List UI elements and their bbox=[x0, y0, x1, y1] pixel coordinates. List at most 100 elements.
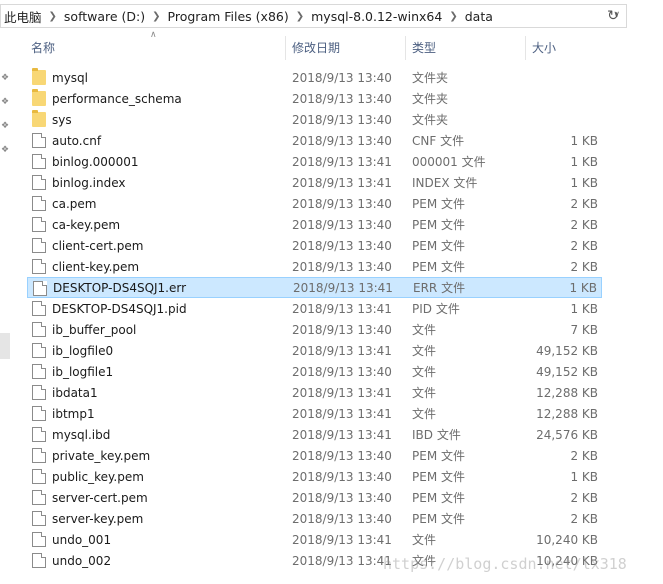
folder-row[interactable]: mysql 2018/9/13 13:40 文件夹 bbox=[27, 67, 602, 88]
file-row[interactable]: ib_buffer_pool 2018/9/13 13:40 文件 7 KB bbox=[27, 319, 602, 340]
file-size: 2 KB bbox=[570, 490, 598, 505]
column-header-type[interactable]: 类型 bbox=[412, 36, 436, 60]
nav-selection-marker bbox=[0, 333, 10, 359]
file-row[interactable]: ibdata1 2018/9/13 13:41 文件 12,288 KB bbox=[27, 382, 602, 403]
file-name: undo_002 bbox=[52, 553, 112, 568]
folder-icon bbox=[32, 68, 46, 85]
file-type: PEM 文件 bbox=[412, 239, 465, 253]
file-name: server-cert.pem bbox=[52, 490, 148, 505]
file-icon bbox=[32, 448, 46, 463]
modified-date: 2018/9/13 13:40 bbox=[292, 322, 392, 337]
column-header-date[interactable]: 修改日期 bbox=[292, 36, 340, 60]
file-name: binlog.index bbox=[52, 175, 126, 190]
modified-date: 2018/9/13 13:40 bbox=[292, 259, 392, 274]
file-row[interactable]: ibtmp1 2018/9/13 13:41 文件 12,288 KB bbox=[27, 403, 602, 424]
modified-date: 2018/9/13 13:40 bbox=[292, 238, 392, 253]
pin-icon[interactable]: ❖ bbox=[1, 73, 9, 83]
file-row[interactable]: public_key.pem 2018/9/13 13:40 PEM 文件 1 KB bbox=[27, 466, 602, 487]
file-row[interactable]: ib_logfile1 2018/9/13 13:40 文件 49,152 KB bbox=[27, 361, 602, 382]
file-row[interactable]: private_key.pem 2018/9/13 13:40 PEM 文件 2 KB bbox=[27, 445, 602, 466]
column-divider[interactable] bbox=[405, 36, 406, 60]
modified-date: 2018/9/13 13:40 bbox=[292, 133, 392, 148]
chevron-right-icon: ❯ bbox=[152, 10, 161, 22]
file-row[interactable]: mysql.ibd 2018/9/13 13:41 IBD 文件 24,576 KB bbox=[27, 424, 602, 445]
file-row[interactable]: ca-key.pem 2018/9/13 13:40 PEM 文件 2 KB bbox=[27, 214, 602, 235]
pin-icon[interactable]: ❖ bbox=[1, 145, 9, 155]
navigation-pane: ❖ ❖ ❖ ❖ bbox=[0, 28, 16, 584]
file-size: 10,240 KB bbox=[536, 553, 598, 568]
modified-date: 2018/9/13 13:40 bbox=[292, 490, 392, 505]
file-row[interactable]: auto.cnf 2018/9/13 13:40 CNF 文件 1 KB bbox=[27, 130, 602, 151]
file-name: ibtmp1 bbox=[52, 406, 95, 421]
file-type: CNF 文件 bbox=[412, 134, 465, 148]
folder-row[interactable]: sys 2018/9/13 13:40 文件夹 bbox=[27, 109, 602, 130]
file-type: ERR 文件 bbox=[413, 281, 466, 295]
file-icon bbox=[32, 259, 46, 274]
file-name: sys bbox=[52, 112, 72, 127]
file-type: 文件 bbox=[412, 386, 437, 400]
file-type: 文件夹 bbox=[412, 71, 449, 85]
modified-date: 2018/9/13 13:40 bbox=[292, 91, 392, 106]
column-header-size[interactable]: 大小 bbox=[532, 36, 556, 60]
file-size: 7 KB bbox=[570, 322, 598, 337]
file-row[interactable]: DESKTOP-DS4SQJ1.pid 2018/9/13 13:41 PID 文件… bbox=[27, 298, 602, 319]
file-row[interactable]: server-key.pem 2018/9/13 13:40 PEM 文件 2 KB bbox=[27, 508, 602, 529]
file-name: DESKTOP-DS4SQJ1.err bbox=[53, 280, 187, 295]
file-row[interactable]: server-cert.pem 2018/9/13 13:40 PEM 文件 2 KB bbox=[27, 487, 602, 508]
breadcrumb-drive[interactable]: software (D:) bbox=[64, 9, 145, 24]
column-header-name[interactable]: 名称 bbox=[31, 36, 55, 60]
column-divider[interactable] bbox=[525, 36, 526, 60]
file-type: 000001 文件 bbox=[412, 155, 486, 169]
chevron-right-icon: ❯ bbox=[295, 10, 305, 22]
breadcrumb-mysql[interactable]: mysql-8.0.12-winx64 bbox=[311, 9, 442, 24]
file-row[interactable]: DESKTOP-DS4SQJ1.err 2018/9/13 13:41 ERR 文件… bbox=[27, 277, 602, 298]
file-name: ibdata1 bbox=[52, 385, 98, 400]
address-bar[interactable]: 此电脑 ❯ software (D:) ❯ Program Files (x86… bbox=[0, 4, 627, 28]
modified-date: 2018/9/13 13:41 bbox=[292, 406, 392, 421]
file-name: auto.cnf bbox=[52, 133, 102, 148]
file-row[interactable]: undo_001 2018/9/13 13:41 文件 10,240 KB bbox=[27, 529, 602, 550]
breadcrumb-program-files[interactable]: Program Files (x86) bbox=[168, 9, 289, 24]
chevron-right-icon: ❯ bbox=[449, 10, 458, 22]
file-name: private_key.pem bbox=[52, 448, 151, 463]
file-row[interactable]: undo_002 2018/9/13 13:41 文件 10,240 KB bbox=[27, 550, 602, 571]
file-row[interactable]: ib_logfile0 2018/9/13 13:41 文件 49,152 KB bbox=[27, 340, 602, 361]
breadcrumb-this-pc[interactable]: 此电脑 bbox=[4, 7, 42, 26]
modified-date: 2018/9/13 13:40 bbox=[292, 364, 392, 379]
chevron-right-icon: ❯ bbox=[48, 10, 57, 22]
folder-icon bbox=[32, 110, 46, 127]
file-row[interactable]: ca.pem 2018/9/13 13:40 PEM 文件 2 KB bbox=[27, 193, 602, 214]
column-divider[interactable] bbox=[285, 36, 286, 60]
file-icon bbox=[32, 217, 46, 232]
file-icon bbox=[32, 532, 46, 547]
file-row[interactable]: binlog.index 2018/9/13 13:41 INDEX 文件 1 KB bbox=[27, 172, 602, 193]
file-icon bbox=[32, 364, 46, 379]
modified-date: 2018/9/13 13:41 bbox=[292, 175, 392, 190]
pin-icon[interactable]: ❖ bbox=[1, 97, 9, 107]
file-name: ib_buffer_pool bbox=[52, 322, 137, 337]
modified-date: 2018/9/13 13:41 bbox=[292, 553, 392, 568]
modified-date: 2018/9/13 13:40 bbox=[292, 469, 392, 484]
breadcrumb-data[interactable]: data bbox=[465, 9, 493, 24]
file-row[interactable]: client-key.pem 2018/9/13 13:40 PEM 文件 2 KB bbox=[27, 256, 602, 277]
folder-row[interactable]: performance_schema 2018/9/13 13:40 文件夹 bbox=[27, 88, 602, 109]
file-size: 1 KB bbox=[570, 154, 598, 169]
file-size: 24,576 KB bbox=[536, 427, 598, 442]
file-size: 1 KB bbox=[570, 133, 598, 148]
pin-icon[interactable]: ❖ bbox=[1, 121, 9, 131]
file-name: client-key.pem bbox=[52, 259, 140, 274]
file-type: 文件夹 bbox=[412, 113, 449, 127]
file-row[interactable]: client-cert.pem 2018/9/13 13:40 PEM 文件 2 KB bbox=[27, 235, 602, 256]
modified-date: 2018/9/13 13:41 bbox=[292, 427, 392, 442]
file-type: 文件夹 bbox=[412, 92, 449, 106]
file-size: 2 KB bbox=[570, 259, 598, 274]
file-type: 文件 bbox=[412, 554, 437, 568]
refresh-icon[interactable]: ↻ bbox=[603, 7, 623, 25]
file-icon bbox=[32, 511, 46, 526]
file-row[interactable]: binlog.000001 2018/9/13 13:41 000001 文件 1 K… bbox=[27, 151, 602, 172]
file-type: 文件 bbox=[412, 344, 437, 358]
file-icon bbox=[32, 343, 46, 358]
file-size: 1 KB bbox=[570, 469, 598, 484]
file-type: PEM 文件 bbox=[412, 260, 465, 274]
file-name: ib_logfile1 bbox=[52, 364, 114, 379]
